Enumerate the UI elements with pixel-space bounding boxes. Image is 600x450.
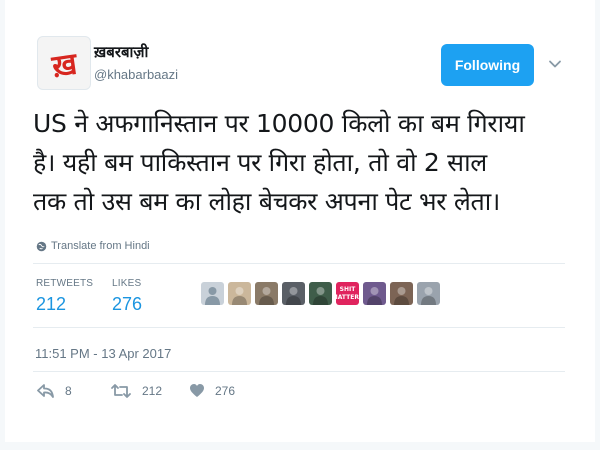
likes-count[interactable]: 276 <box>112 294 142 315</box>
default-avatar-icon <box>205 287 220 305</box>
translate-label: Translate from Hindi <box>51 240 150 252</box>
group-photo-icon <box>394 287 409 305</box>
liker-avatar[interactable] <box>390 282 413 305</box>
bottom-page-edge <box>0 442 600 450</box>
like-button[interactable]: 276 <box>189 383 235 398</box>
like-count: 276 <box>215 383 236 398</box>
left-page-edge <box>0 0 5 450</box>
display-name[interactable]: ख़बरबाज़ी <box>94 42 148 62</box>
tweet-text: US ने अफगानिस्तान पर 10000 किलो का बम गि… <box>33 104 578 221</box>
retweet-count: 212 <box>142 384 163 398</box>
reply-icon <box>37 384 54 398</box>
sunset-photo-icon <box>259 287 274 305</box>
likers-avatars: SHITMATTERS <box>201 282 440 305</box>
liker-avatar[interactable] <box>309 282 332 305</box>
globe-icon <box>36 241 47 251</box>
retweets-count[interactable]: 212 <box>36 294 66 315</box>
divider <box>33 263 565 264</box>
badge-line: MATTERS <box>336 293 359 301</box>
heart-icon <box>190 384 204 397</box>
translate-link[interactable]: Translate from Hindi <box>36 240 150 252</box>
retweets-label: RETWEETS <box>36 278 94 289</box>
reply-button[interactable]: 8 <box>37 383 72 399</box>
tweet-line: तक तो उस बम का लोहा बेचकर अपना पेट भर ले… <box>33 187 501 216</box>
tweet-line: US ने अफगानिस्तान पर 10000 किलो का बम गि… <box>33 109 525 138</box>
likes-label: LIKES <box>112 278 142 289</box>
liker-avatar[interactable] <box>255 282 278 305</box>
person-photo-icon <box>286 287 301 305</box>
avatar-logo: ख़ <box>49 45 79 85</box>
person-photo-icon <box>232 287 247 305</box>
divider <box>33 371 565 372</box>
user-handle[interactable]: @khabarbaazi <box>94 67 178 82</box>
retweet-button[interactable]: 212 <box>110 383 162 399</box>
divider <box>33 327 565 328</box>
retweet-icon <box>111 384 131 398</box>
right-page-edge <box>595 0 600 450</box>
liker-avatar[interactable] <box>282 282 305 305</box>
badge-line: SHIT <box>339 285 356 293</box>
liker-badge: SHITMATTERS <box>336 282 359 305</box>
following-button[interactable]: Following <box>441 44 534 86</box>
person-photo-icon <box>367 287 382 305</box>
tweet-timestamp[interactable]: 11:51 PM - 13 Apr 2017 <box>35 346 171 361</box>
person-photo-icon <box>313 287 328 305</box>
group-photo-icon <box>421 287 436 305</box>
liker-avatar[interactable] <box>417 282 440 305</box>
avatar[interactable]: ख़ <box>37 36 91 90</box>
liker-avatar[interactable]: SHITMATTERS <box>336 282 359 305</box>
liker-avatar[interactable] <box>228 282 251 305</box>
liker-avatar[interactable] <box>363 282 386 305</box>
tweet-line: है। यही बम पाकिस्तान पर गिरा होता, तो वो… <box>33 148 487 177</box>
chevron-down-icon[interactable] <box>547 56 563 72</box>
reply-count: 8 <box>65 384 72 398</box>
liker-avatar[interactable] <box>201 282 224 305</box>
